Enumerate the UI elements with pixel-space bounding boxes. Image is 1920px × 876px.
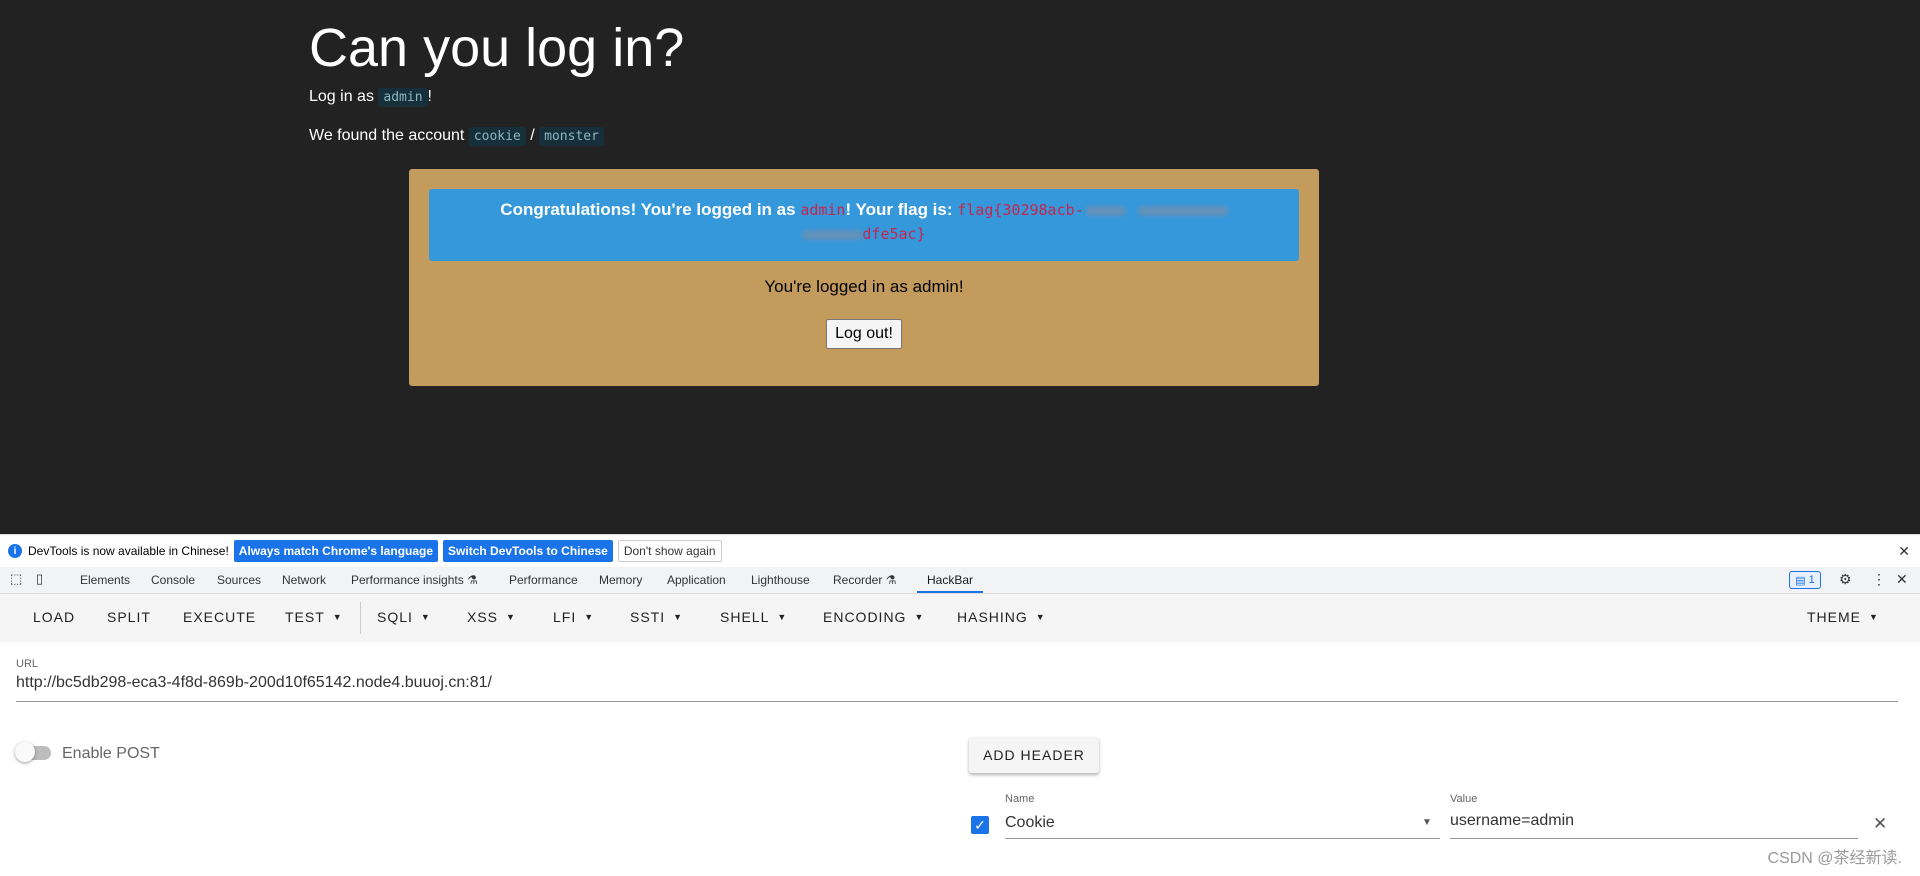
devtools-tabbar: ⬚ ▯ Elements Console Sources Network Per… bbox=[0, 567, 1920, 594]
lfi-menu[interactable]: LFI ▼ bbox=[553, 609, 594, 625]
close-devtools-icon[interactable]: ✕ bbox=[1896, 571, 1908, 588]
tab-lighthouse[interactable]: Lighthouse bbox=[751, 573, 810, 587]
encoding-menu[interactable]: ENCODING ▼ bbox=[823, 609, 924, 625]
check-icon: ✓ bbox=[974, 816, 986, 833]
tab-memory[interactable]: Memory bbox=[599, 573, 642, 587]
url-input[interactable]: http://bc5db298-eca3-4f8d-869b-200d10f65… bbox=[16, 674, 492, 692]
xss-menu[interactable]: XSS ▼ bbox=[467, 609, 516, 625]
logged-in-text: You're logged in as admin! bbox=[764, 277, 964, 296]
page-title: Can you log in? bbox=[309, 18, 685, 78]
tab-hackbar[interactable]: HackBar bbox=[927, 573, 973, 587]
dropdown-caret-icon: ▼ bbox=[1869, 612, 1879, 622]
admin-code: admin bbox=[378, 88, 428, 107]
dropdown-caret-icon: ▼ bbox=[420, 612, 431, 622]
theme-menu[interactable]: THEME ▼ bbox=[1807, 609, 1879, 625]
devtools-infobar: i DevTools is now available in Chinese! … bbox=[0, 534, 1920, 567]
header-enabled-checkbox[interactable]: ✓ bbox=[971, 816, 989, 834]
dont-show-button[interactable]: Don't show again bbox=[617, 540, 722, 562]
tab-performance[interactable]: Performance bbox=[509, 573, 578, 587]
enable-post-label: Enable POST bbox=[62, 745, 160, 762]
dropdown-caret-icon: ▼ bbox=[673, 612, 684, 622]
dropdown-caret-icon[interactable]: ▼ bbox=[1422, 817, 1432, 828]
add-header-button[interactable]: ADD HEADER bbox=[969, 737, 1099, 773]
blurred-flag bbox=[802, 229, 863, 240]
toggle-knob[interactable] bbox=[15, 742, 35, 762]
active-tab-indicator bbox=[917, 591, 983, 593]
url-underline bbox=[16, 701, 1898, 702]
logout-button[interactable]: Log out! bbox=[826, 319, 902, 349]
dropdown-caret-icon: ▼ bbox=[1035, 612, 1046, 622]
dropdown-caret-icon: ▼ bbox=[914, 612, 925, 622]
switch-chinese-button[interactable]: Switch DevTools to Chinese bbox=[443, 540, 613, 562]
monster-code: monster bbox=[539, 127, 604, 146]
web-page: Can you log in? Log in as admin! We foun… bbox=[0, 0, 1920, 534]
header-name-underline bbox=[1005, 838, 1440, 839]
login-hint: Log in as admin! bbox=[309, 88, 432, 107]
inspect-icon[interactable]: ⬚ bbox=[10, 571, 22, 587]
header-name-select[interactable]: Cookie bbox=[1005, 814, 1055, 832]
tab-sources[interactable]: Sources bbox=[217, 573, 261, 587]
execute-button[interactable]: EXECUTE bbox=[183, 609, 256, 625]
tab-recorder[interactable]: Recorder ⚗ bbox=[833, 573, 896, 587]
test-menu[interactable]: TEST ▼ bbox=[285, 609, 343, 625]
device-toggle-icon[interactable]: ▯ bbox=[36, 571, 43, 587]
shell-menu[interactable]: SHELL ▼ bbox=[720, 609, 787, 625]
load-button[interactable]: LOAD bbox=[33, 609, 75, 625]
alert-user: admin bbox=[800, 201, 846, 219]
message-icon: ▤ bbox=[1795, 574, 1806, 587]
close-icon[interactable]: ✕ bbox=[1898, 543, 1910, 560]
infobar-text: DevTools is now available in Chinese! bbox=[28, 544, 229, 558]
dropdown-caret-icon: ▼ bbox=[777, 612, 788, 622]
flag-value-end: dfe5ac} bbox=[862, 225, 926, 243]
gear-icon[interactable]: ⚙ bbox=[1839, 571, 1852, 588]
flask-icon: ⚗ bbox=[467, 573, 478, 587]
tab-performance-insights[interactable]: Performance insights ⚗ bbox=[351, 573, 478, 587]
split-button[interactable]: SPLIT bbox=[107, 609, 151, 625]
flag-value-start: flag{30298acb- bbox=[957, 201, 1084, 219]
flask-icon: ⚗ bbox=[885, 573, 897, 587]
tab-elements[interactable]: Elements bbox=[80, 573, 130, 587]
remove-header-icon[interactable]: ✕ bbox=[1873, 814, 1887, 834]
blurred-flag bbox=[1137, 205, 1228, 216]
cookie-code: cookie bbox=[468, 127, 526, 146]
dropdown-caret-icon: ▼ bbox=[332, 612, 343, 622]
header-value-input[interactable]: username=admin bbox=[1450, 812, 1574, 830]
hackbar-toolbar: LOAD SPLIT EXECUTE TEST ▼ SQLI ▼ XSS ▼ LFI ▼… bbox=[0, 594, 1920, 642]
toolbar-divider bbox=[360, 602, 361, 634]
header-value-label: Value bbox=[1450, 793, 1478, 805]
ssti-menu[interactable]: SSTI ▼ bbox=[630, 609, 683, 625]
blurred-flag bbox=[1085, 205, 1126, 216]
hackbar-body: URL http://bc5db298-eca3-4f8d-869b-200d1… bbox=[0, 642, 1920, 876]
account-hint: We found the account cookie / monster bbox=[309, 127, 604, 146]
tab-network[interactable]: Network bbox=[282, 573, 326, 587]
login-box: Congratulations! You're logged in as adm… bbox=[409, 169, 1319, 386]
issues-badge[interactable]: ▤ 1 bbox=[1789, 571, 1821, 589]
info-icon: i bbox=[8, 544, 22, 558]
tab-console[interactable]: Console bbox=[151, 573, 195, 587]
match-language-button[interactable]: Always match Chrome's language bbox=[233, 540, 439, 562]
sqli-menu[interactable]: SQLI ▼ bbox=[377, 609, 431, 625]
url-label: URL bbox=[16, 658, 39, 670]
header-name-label: Name bbox=[1005, 793, 1035, 805]
header-value-underline bbox=[1450, 838, 1858, 839]
tab-application[interactable]: Application bbox=[667, 573, 726, 587]
dropdown-caret-icon: ▼ bbox=[584, 612, 595, 622]
dropdown-caret-icon: ▼ bbox=[506, 612, 516, 622]
hashing-menu[interactable]: HASHING ▼ bbox=[957, 609, 1046, 625]
more-menu-icon[interactable]: ⋮ bbox=[1872, 571, 1886, 588]
flag-alert: Congratulations! You're logged in as adm… bbox=[429, 189, 1299, 261]
watermark: CSDN @茶经新读. bbox=[1767, 850, 1902, 867]
